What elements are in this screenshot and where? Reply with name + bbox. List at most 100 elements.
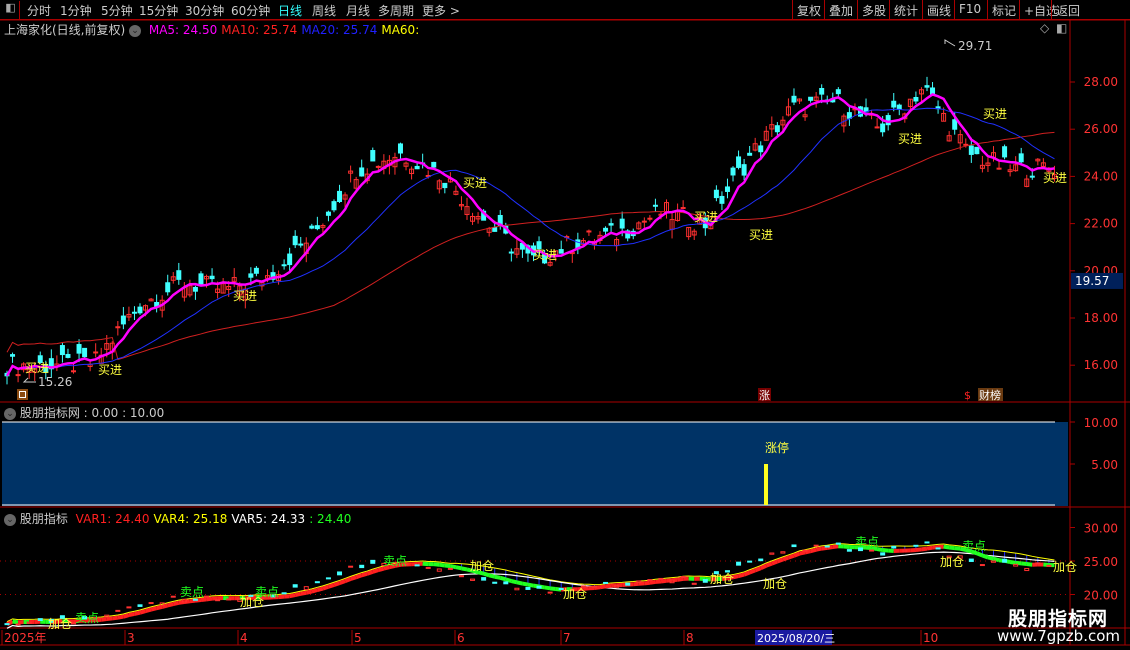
var1-segment [527,582,534,588]
dollar-icon: $ [964,389,971,402]
finance-rank-tag: 财榜 [979,388,1001,402]
var1-segment [134,610,141,616]
add-position-label: 加仓 [563,587,587,601]
candle [59,345,65,356]
var1-segment [355,573,363,580]
candle [791,95,797,103]
candle [586,230,592,233]
var1-segment [544,585,551,591]
kline-chart[interactable]: 28.00 26.00 24.00 22.00 20.00 18.00 16.00 19.57… [0,0,1130,650]
pane2-candle [846,549,852,552]
pane2-candle [747,560,753,563]
var1-segment [12,619,19,625]
candle [137,306,143,314]
var1-segment [987,555,994,561]
candle [15,374,21,377]
var1-segment [305,589,313,595]
ma60-line [6,131,1055,361]
var1-segment [787,553,795,560]
var1-segment [921,546,928,552]
var1-segment [439,562,446,568]
pane2-candle [492,581,498,584]
buy-signal-label: 买进 [898,132,922,146]
var1-segment [206,596,213,602]
buy-signal-label: 买进 [1043,171,1067,185]
low-price-label: 15.26 [38,375,72,389]
pane2-candle [880,552,886,556]
candle [314,225,320,230]
candle [414,165,420,170]
candle [603,227,609,232]
candle [680,207,686,210]
var1-segment [954,546,961,551]
candle [287,253,293,266]
var1-segment [106,616,113,622]
sell-point-label: 卖点 [962,539,986,553]
pane2-candle [325,577,331,580]
var1-segment [738,572,745,579]
pane2-candle [680,576,686,579]
pane2-y-tick: 25.00 [1084,555,1118,569]
buy-signal-label: 买进 [25,361,49,375]
candle [337,190,343,203]
sell-point-label: 卖点 [855,535,879,549]
candle [93,351,99,354]
var1-segment [1009,560,1016,565]
candle [198,273,204,285]
date-label: 3 [127,631,135,645]
var1-segment [344,577,352,583]
candle [281,264,287,267]
pane2-candle [625,582,631,586]
pane2-candle [979,564,985,567]
sell-point-label: 卖点 [383,554,407,568]
candle [76,344,82,354]
pane2-candle [1035,562,1041,565]
pane2-candle [536,585,542,589]
candle [431,161,437,168]
var1-segment [461,566,468,572]
limit-up-tag: 涨 [759,389,770,402]
candle [641,220,647,223]
var1-segment [349,575,357,581]
pane2-candle [835,542,841,545]
pane2-candle [824,545,830,548]
pane2-candle [769,552,775,555]
pane2-y-tick: 30.00 [1084,522,1118,536]
var1-segment [361,571,368,578]
pane2-candle [591,585,597,588]
pane2-candle [126,606,132,609]
var1-segment [599,584,606,590]
candle [647,217,653,220]
var1-segment [815,546,823,552]
var1-segment [510,579,518,585]
pane2-candle [370,559,376,564]
candle [974,146,980,155]
pane2-candle [314,581,320,584]
var1-segment [832,544,839,550]
var1-segment [981,553,989,560]
candle [558,249,564,254]
var1-segment [372,568,379,574]
var1-segment [810,547,817,554]
candle [165,282,171,293]
date-label: 4 [240,631,248,645]
var1-segment [992,556,1000,563]
pane2-candle [547,591,553,594]
var1-segment [200,597,207,603]
pane2-candle [503,581,509,585]
pane2-candle [924,541,930,544]
candle [120,315,126,325]
candle [619,218,625,229]
candle [209,275,215,280]
var1-segment [117,614,124,620]
pane2-candle [226,598,232,601]
var1-segment [633,581,639,587]
candle [741,164,747,176]
candle [713,189,719,199]
pane2-candle [15,623,21,626]
ma20-line [6,107,1055,377]
var1-segment [300,590,307,596]
candle [724,186,730,192]
candle [397,143,403,154]
watermark-url: www.7gpzb.com [997,627,1120,645]
